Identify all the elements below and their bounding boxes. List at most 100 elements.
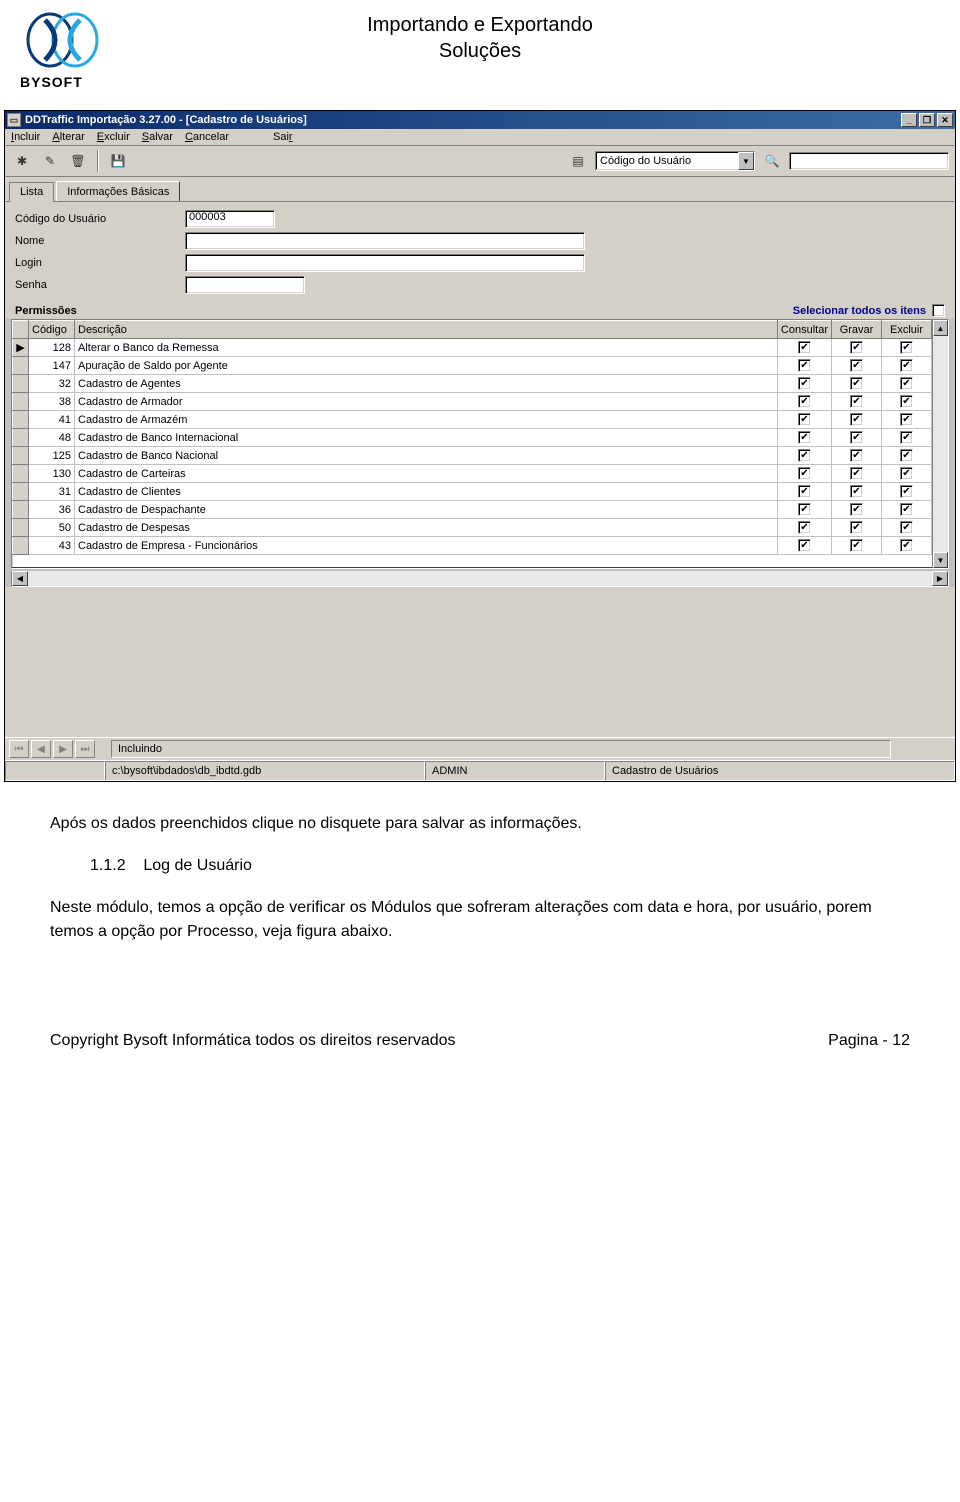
checkbox[interactable]: ✔: [798, 467, 811, 480]
checkbox[interactable]: ✔: [798, 359, 811, 372]
cell-excluir[interactable]: ✔: [882, 483, 932, 501]
checkbox[interactable]: ✔: [850, 449, 863, 462]
checkbox[interactable]: ✔: [798, 485, 811, 498]
checkbox[interactable]: ✔: [850, 485, 863, 498]
scroll-up-icon[interactable]: ▲: [933, 320, 948, 336]
cell-excluir[interactable]: ✔: [882, 465, 932, 483]
cell-gravar[interactable]: ✔: [832, 357, 882, 375]
cell-consultar[interactable]: ✔: [777, 411, 831, 429]
table-row[interactable]: 43Cadastro de Empresa - Funcionários✔✔✔: [13, 537, 932, 555]
checkbox[interactable]: ✔: [900, 413, 913, 426]
search-field-combo[interactable]: Código do Usuário ▼: [595, 151, 755, 171]
find-icon[interactable]: 🔍: [761, 150, 783, 172]
menu-sair[interactable]: Sair: [273, 131, 293, 143]
checkbox[interactable]: ✔: [850, 521, 863, 534]
nav-first-icon[interactable]: ⏮: [9, 740, 29, 758]
cell-excluir[interactable]: ✔: [882, 447, 932, 465]
cell-excluir[interactable]: ✔: [882, 537, 932, 555]
menu-incluir[interactable]: Incluir: [11, 131, 40, 143]
checkbox[interactable]: ✔: [798, 539, 811, 552]
table-row[interactable]: 125Cadastro de Banco Nacional✔✔✔: [13, 447, 932, 465]
cell-gravar[interactable]: ✔: [832, 501, 882, 519]
table-row[interactable]: 147Apuração de Saldo por Agente✔✔✔: [13, 357, 932, 375]
report-icon[interactable]: ▤: [567, 150, 589, 172]
cell-consultar[interactable]: ✔: [777, 537, 831, 555]
cell-consultar[interactable]: ✔: [777, 519, 831, 537]
cell-gravar[interactable]: ✔: [832, 429, 882, 447]
checkbox[interactable]: ✔: [798, 431, 811, 444]
table-row[interactable]: 36Cadastro de Despachante✔✔✔: [13, 501, 932, 519]
new-icon[interactable]: ✱: [11, 150, 33, 172]
cell-excluir[interactable]: ✔: [882, 519, 932, 537]
cell-consultar[interactable]: ✔: [777, 357, 831, 375]
grid-header-consultar[interactable]: Consultar: [777, 321, 831, 339]
menu-salvar[interactable]: Salvar: [142, 131, 173, 143]
nav-next-icon[interactable]: ▶: [53, 740, 73, 758]
login-input[interactable]: [185, 254, 585, 272]
cell-consultar[interactable]: ✔: [777, 393, 831, 411]
scroll-right-icon[interactable]: ▶: [932, 571, 948, 586]
table-row[interactable]: 50Cadastro de Despesas✔✔✔: [13, 519, 932, 537]
cell-gravar[interactable]: ✔: [832, 537, 882, 555]
table-row[interactable]: 31Cadastro de Clientes✔✔✔: [13, 483, 932, 501]
grid-header-gravar[interactable]: Gravar: [832, 321, 882, 339]
nav-last-icon[interactable]: ⏭: [75, 740, 95, 758]
table-row[interactable]: 48Cadastro de Banco Internacional✔✔✔: [13, 429, 932, 447]
scroll-left-icon[interactable]: ◀: [12, 571, 28, 586]
grid-vertical-scrollbar[interactable]: ▲ ▼: [932, 320, 948, 568]
checkbox[interactable]: ✔: [798, 395, 811, 408]
menu-alterar[interactable]: Alterar: [52, 131, 84, 143]
table-row[interactable]: 32Cadastro de Agentes✔✔✔: [13, 375, 932, 393]
cell-consultar[interactable]: ✔: [777, 483, 831, 501]
checkbox[interactable]: ✔: [850, 377, 863, 390]
nav-prev-icon[interactable]: ◀: [31, 740, 51, 758]
save-icon[interactable]: 💾: [107, 150, 129, 172]
checkbox[interactable]: ✔: [850, 431, 863, 444]
nome-input[interactable]: [185, 232, 585, 250]
cell-excluir[interactable]: ✔: [882, 375, 932, 393]
checkbox[interactable]: ✔: [900, 395, 913, 408]
checkbox[interactable]: ✔: [900, 431, 913, 444]
table-row[interactable]: ▶128Alterar o Banco da Remessa✔✔✔: [13, 339, 932, 357]
grid-header-descricao[interactable]: Descrição: [75, 321, 778, 339]
cell-excluir[interactable]: ✔: [882, 393, 932, 411]
senha-input[interactable]: [185, 276, 305, 294]
cell-consultar[interactable]: ✔: [777, 429, 831, 447]
checkbox[interactable]: ✔: [850, 395, 863, 408]
delete-icon[interactable]: 🗑: [67, 150, 89, 172]
checkbox[interactable]: ✔: [900, 503, 913, 516]
cell-consultar[interactable]: ✔: [777, 501, 831, 519]
grid-header-codigo[interactable]: Código: [29, 321, 75, 339]
checkbox[interactable]: ✔: [900, 359, 913, 372]
checkbox[interactable]: ✔: [798, 413, 811, 426]
cell-gravar[interactable]: ✔: [832, 375, 882, 393]
tab-informacoes-basicas[interactable]: Informações Básicas: [56, 181, 180, 201]
checkbox[interactable]: ✔: [900, 521, 913, 534]
grid-header-excluir[interactable]: Excluir: [882, 321, 932, 339]
table-row[interactable]: 38Cadastro de Armador✔✔✔: [13, 393, 932, 411]
cell-consultar[interactable]: ✔: [777, 375, 831, 393]
checkbox[interactable]: ✔: [900, 539, 913, 552]
cell-gravar[interactable]: ✔: [832, 339, 882, 357]
menu-cancelar[interactable]: Cancelar: [185, 131, 229, 143]
cell-gravar[interactable]: ✔: [832, 411, 882, 429]
search-input[interactable]: [789, 152, 949, 170]
checkbox[interactable]: ✔: [798, 503, 811, 516]
cell-gravar[interactable]: ✔: [832, 393, 882, 411]
checkbox[interactable]: ✔: [798, 377, 811, 390]
checkbox[interactable]: ✔: [850, 341, 863, 354]
codigo-input[interactable]: 000003: [185, 210, 275, 228]
edit-icon[interactable]: ✎: [39, 150, 61, 172]
checkbox[interactable]: ✔: [850, 467, 863, 480]
close-button[interactable]: ✕: [937, 113, 953, 127]
cell-consultar[interactable]: ✔: [777, 339, 831, 357]
checkbox[interactable]: ✔: [798, 341, 811, 354]
scroll-down-icon[interactable]: ▼: [933, 552, 948, 568]
tab-lista[interactable]: Lista: [9, 182, 54, 202]
select-all-checkbox[interactable]: [932, 304, 945, 317]
checkbox[interactable]: ✔: [850, 359, 863, 372]
cell-gravar[interactable]: ✔: [832, 447, 882, 465]
checkbox[interactable]: ✔: [850, 413, 863, 426]
cell-consultar[interactable]: ✔: [777, 447, 831, 465]
checkbox[interactable]: ✔: [798, 449, 811, 462]
